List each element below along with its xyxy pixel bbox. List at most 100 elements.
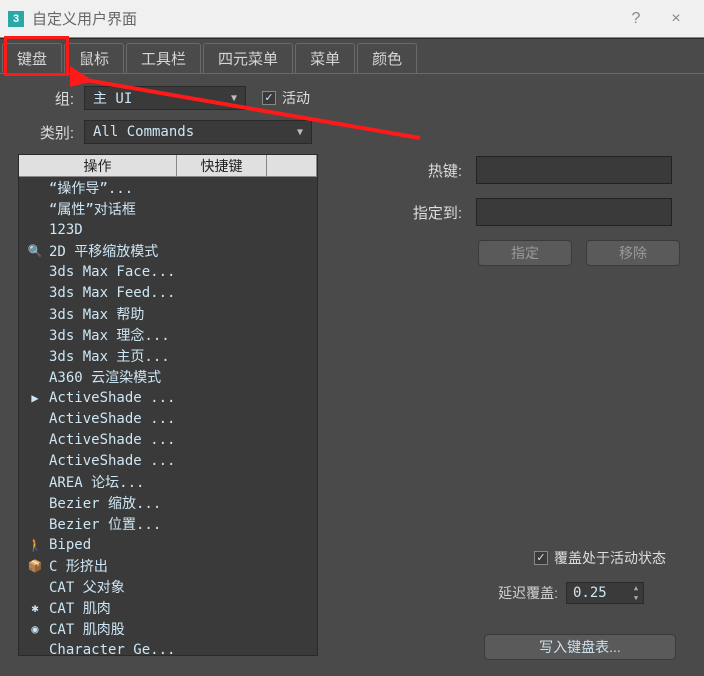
content-area: 组: 主 UI ▼ ✓ 活动 类别: All Commands ▼ 操作 快捷键… [0, 74, 704, 668]
list-item[interactable]: ActiveShade ... [19, 429, 317, 450]
item-text: 3ds Max Face... [49, 264, 175, 280]
item-icon: 🔍 [27, 244, 43, 258]
app-icon: 3 [8, 11, 24, 27]
item-text: ActiveShade ... [49, 453, 175, 469]
assigned-label: 指定到: [338, 202, 476, 223]
window-title: 自定义用户界面 [32, 8, 616, 29]
assign-label: 指定 [511, 243, 539, 263]
tab-label: 工具栏 [141, 48, 186, 69]
tab-color[interactable]: 颜色 [357, 43, 417, 73]
list-item[interactable]: ✱ CAT 肌肉 [19, 597, 317, 618]
col-spacer [267, 155, 317, 176]
spinner-buttons[interactable]: ▲▼ [629, 583, 643, 603]
item-text: AREA 论坛... [49, 472, 144, 492]
col-action[interactable]: 操作 [19, 155, 177, 176]
remove-label: 移除 [619, 243, 647, 263]
write-keyboard-button[interactable]: 写入键盘表... [484, 634, 676, 660]
category-label: 类别: [18, 122, 84, 143]
list-header: 操作 快捷键 [19, 155, 317, 177]
item-text: Biped [49, 537, 91, 553]
override-row: ✓ 覆盖处于活动状态 [338, 548, 678, 568]
tab-quad[interactable]: 四元菜单 [203, 43, 293, 73]
list-item[interactable]: “属性”对话框 [19, 198, 317, 219]
item-text: 2D 平移缩放模式 [49, 241, 158, 261]
item-text: “属性”对话框 [49, 199, 136, 219]
list-item[interactable]: “操作导”... [19, 177, 317, 198]
item-text: CAT 肌肉 [49, 598, 111, 618]
list-item[interactable]: AREA 论坛... [19, 471, 317, 492]
group-dropdown[interactable]: 主 UI ▼ [84, 86, 246, 110]
remove-button[interactable]: 移除 [586, 240, 680, 266]
assign-button[interactable]: 指定 [478, 240, 572, 266]
item-text: 3ds Max Feed... [49, 285, 175, 301]
override-checkbox[interactable]: ✓ 覆盖处于活动状态 [534, 548, 666, 568]
tab-mouse[interactable]: 鼠标 [64, 43, 124, 73]
tab-bar: 键盘 鼠标 工具栏 四元菜单 菜单 颜色 [0, 38, 704, 74]
list-item[interactable]: 123D [19, 219, 317, 240]
hotkey-row: 热键: [338, 156, 686, 184]
item-text: ActiveShade ... [49, 432, 175, 448]
tab-label: 四元菜单 [218, 48, 278, 69]
list-item[interactable]: 3ds Max 理念... [19, 324, 317, 345]
delay-label: 延迟覆盖: [498, 583, 558, 603]
group-label: 组: [18, 88, 84, 109]
help-button[interactable]: ? [616, 0, 656, 38]
delay-value: 0.25 [573, 585, 607, 601]
item-icon: ✱ [27, 601, 43, 615]
delay-spinner[interactable]: 0.25 ▲▼ [566, 582, 644, 604]
bottom-right: ✓ 覆盖处于活动状态 延迟覆盖: 0.25 ▲▼ 写入键盘表... [338, 548, 678, 660]
item-text: ActiveShade ... [49, 390, 175, 406]
item-text: Character Ge... [49, 642, 175, 656]
tab-keyboard[interactable]: 键盘 [2, 43, 62, 73]
group-value: 主 UI [93, 88, 132, 108]
list-item[interactable]: 🚶 Biped [19, 534, 317, 555]
item-text: 123D [49, 222, 83, 238]
action-list: 操作 快捷键 “操作导”...“属性”对话框 123D 🔍 2D 平移缩放模式 3ds … [18, 154, 318, 656]
assigned-row: 指定到: [338, 198, 686, 226]
item-text: Bezier 位置... [49, 514, 161, 534]
button-row: 指定 移除 [478, 240, 686, 266]
item-icon: 🚶 [27, 538, 43, 552]
item-text: “操作导”... [49, 178, 133, 198]
checkmark-icon: ✓ [262, 91, 276, 105]
list-item[interactable]: ActiveShade ... [19, 450, 317, 471]
list-item[interactable]: ActiveShade ... [19, 408, 317, 429]
list-item[interactable]: Bezier 缩放... [19, 492, 317, 513]
list-item[interactable]: CAT 父对象 [19, 576, 317, 597]
tab-menu[interactable]: 菜单 [295, 43, 355, 73]
list-item[interactable]: 3ds Max 主页... [19, 345, 317, 366]
item-text: A360 云渲染模式 [49, 367, 161, 387]
item-text: C 形挤出 [49, 556, 108, 576]
tab-label: 颜色 [372, 48, 402, 69]
list-item[interactable]: 3ds Max Face... [19, 261, 317, 282]
list-item[interactable]: 🔍 2D 平移缩放模式 [19, 240, 317, 261]
chevron-down-icon: ▼ [297, 127, 303, 138]
override-label: 覆盖处于活动状态 [554, 548, 666, 568]
hotkey-label: 热键: [338, 160, 476, 181]
list-item[interactable]: A360 云渲染模式 [19, 366, 317, 387]
close-button[interactable]: × [656, 0, 696, 38]
title-bar: 3 自定义用户界面 ? × [0, 0, 704, 38]
item-text: 3ds Max 理念... [49, 325, 170, 345]
list-item[interactable]: 3ds Max Feed... [19, 282, 317, 303]
assigned-input[interactable] [476, 198, 672, 226]
tab-label: 鼠标 [79, 48, 109, 69]
group-row: 组: 主 UI ▼ ✓ 活动 [18, 86, 686, 110]
col-hotkey[interactable]: 快捷键 [177, 155, 267, 176]
tab-toolbar[interactable]: 工具栏 [126, 43, 201, 73]
list-item[interactable]: Bezier 位置... [19, 513, 317, 534]
list-item[interactable]: 3ds Max 帮助 [19, 303, 317, 324]
item-text: 3ds Max 主页... [49, 346, 170, 366]
hotkey-input[interactable] [476, 156, 672, 184]
list-item[interactable]: ◉CAT 肌肉股 [19, 618, 317, 639]
list-body[interactable]: “操作导”...“属性”对话框 123D 🔍 2D 平移缩放模式 3ds Max Fac… [19, 177, 317, 655]
list-item[interactable]: 📦C 形挤出 [19, 555, 317, 576]
list-item[interactable]: ▶ActiveShade ... [19, 387, 317, 408]
delay-row: 延迟覆盖: 0.25 ▲▼ [338, 582, 678, 604]
item-text: ActiveShade ... [49, 411, 175, 427]
list-item[interactable]: Character Ge... [19, 639, 317, 655]
category-dropdown[interactable]: All Commands ▼ [84, 120, 312, 144]
item-text: CAT 肌肉股 [49, 619, 125, 639]
active-checkbox[interactable]: ✓ 活动 [262, 88, 310, 108]
write-label: 写入键盘表... [539, 637, 621, 657]
